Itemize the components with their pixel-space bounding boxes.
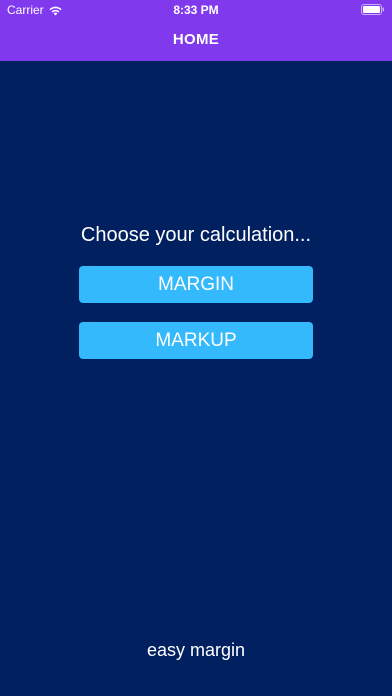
app-name-footer: easy margin [146,640,246,660]
calculation-prompt: Choose your calculation... [80,224,312,246]
nav-title: HOME [172,31,220,48]
battery-icon [361,4,384,15]
margin-button[interactable]: MARGIN [79,266,313,303]
markup-button[interactable]: MARKUP [79,322,313,359]
home-screen: Choose your calculation... MARGIN MARKUP… [0,61,392,696]
status-bar: Carrier 8:33 PM [0,0,392,20]
status-time: 8:33 PM [173,3,219,17]
top-bar: Carrier 8:33 PM HOME [0,0,392,61]
